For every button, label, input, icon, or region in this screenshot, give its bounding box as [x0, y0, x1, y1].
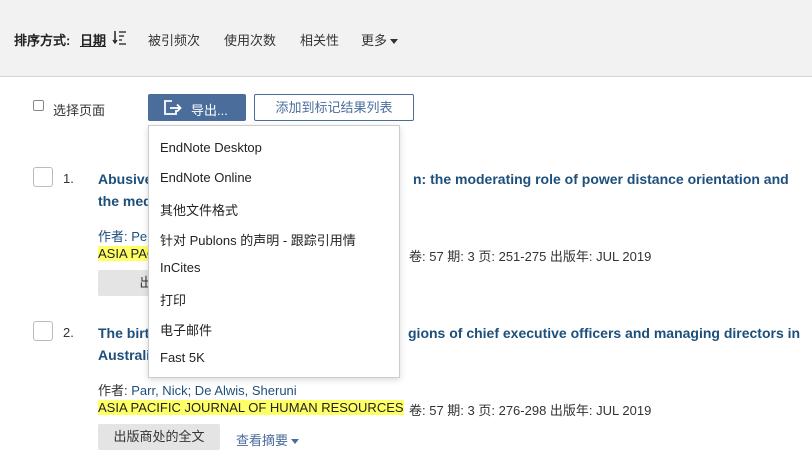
- record-number: 2.: [63, 325, 74, 340]
- journal-name: ASIA PACIFIC JOURNAL OF HUMAN RESOURCES: [98, 400, 404, 415]
- chevron-down-icon: [390, 39, 399, 45]
- record-title-line1[interactable]: Abusive: [98, 171, 152, 187]
- export-menu-item-email[interactable]: 电子邮件: [160, 320, 212, 339]
- record-publication-info: 卷: 57 期: 3 页: 251-275 出版年: JUL 2019: [409, 249, 652, 264]
- sort-more-dropdown[interactable]: 更多: [361, 30, 399, 49]
- sort-more-label: 更多: [361, 33, 388, 48]
- select-page-label: 选择页面: [53, 103, 106, 118]
- chevron-down-icon: [291, 439, 300, 445]
- select-page-checkbox[interactable]: [33, 100, 44, 111]
- record-journal[interactable]: ASIA PACIFIC JOURNAL OF HUMAN RESOURCES: [98, 400, 404, 415]
- export-button[interactable]: 导出...: [148, 94, 246, 121]
- publisher-fulltext-label: 出版商处的全文: [113, 429, 205, 444]
- export-menu-item-fast-5k[interactable]: Fast 5K: [160, 350, 205, 365]
- export-menu-item-publons[interactable]: 针对 Publons 的声明 - 跟踪引用情: [160, 230, 356, 249]
- export-menu-item-incites[interactable]: InCites: [160, 260, 200, 275]
- record-title-line1-tail[interactable]: gions of chief executive officers and ma…: [408, 325, 800, 341]
- record-title-line2[interactable]: the med: [98, 193, 152, 209]
- add-to-marked-list-button[interactable]: 添加到标记结果列表: [254, 94, 414, 121]
- record-authors: 作者: Pe: [98, 226, 147, 245]
- record-authors: 作者: Parr, Nick; De Alwis, Sheruni: [98, 380, 297, 399]
- export-menu-item-endnote-desktop[interactable]: EndNote Desktop: [160, 140, 262, 155]
- record-checkbox[interactable]: [33, 167, 53, 187]
- record-title-line1[interactable]: The birt: [98, 325, 149, 341]
- view-abstract-link[interactable]: 查看摘要: [236, 430, 300, 449]
- record-publication-info: 卷: 57 期: 3 页: 276-298 出版年: JUL 2019: [409, 403, 652, 418]
- export-menu: EndNote Desktop EndNote Online 其他文件格式 针对…: [148, 125, 400, 378]
- record-number: 1.: [63, 171, 74, 186]
- sort-bar: 排序方式: 日期 被引频次 使用次数 相关性 更多: [0, 0, 812, 77]
- export-menu-item-endnote-online[interactable]: EndNote Online: [160, 170, 252, 185]
- record-title-line1-tail[interactable]: n: the moderating role of power distance…: [413, 171, 789, 187]
- export-menu-item-other-formats[interactable]: 其他文件格式: [160, 200, 238, 219]
- export-label: 导出...: [191, 103, 228, 118]
- view-abstract-label: 查看摘要: [236, 433, 289, 448]
- record-authors-label: 作者:: [98, 383, 132, 398]
- record-title-line2[interactable]: Australi: [98, 347, 150, 363]
- publisher-fulltext-button[interactable]: 出版商处的全文: [98, 424, 220, 450]
- sort-label: 排序方式:: [14, 33, 71, 48]
- sort-by-citations[interactable]: 被引频次: [148, 30, 200, 49]
- export-menu-item-print[interactable]: 打印: [160, 290, 186, 309]
- sort-by-date[interactable]: 日期: [80, 30, 106, 49]
- sort-descending-icon[interactable]: [112, 29, 128, 45]
- record-authors-text[interactable]: Parr, Nick; De Alwis, Sheruni: [131, 383, 296, 398]
- record-authors-text[interactable]: 作者: Pe: [98, 229, 147, 244]
- sort-by-relevance[interactable]: 相关性: [300, 30, 339, 49]
- record-checkbox[interactable]: [33, 321, 53, 341]
- sort-by-usage[interactable]: 使用次数: [224, 30, 276, 49]
- export-icon: [164, 100, 182, 115]
